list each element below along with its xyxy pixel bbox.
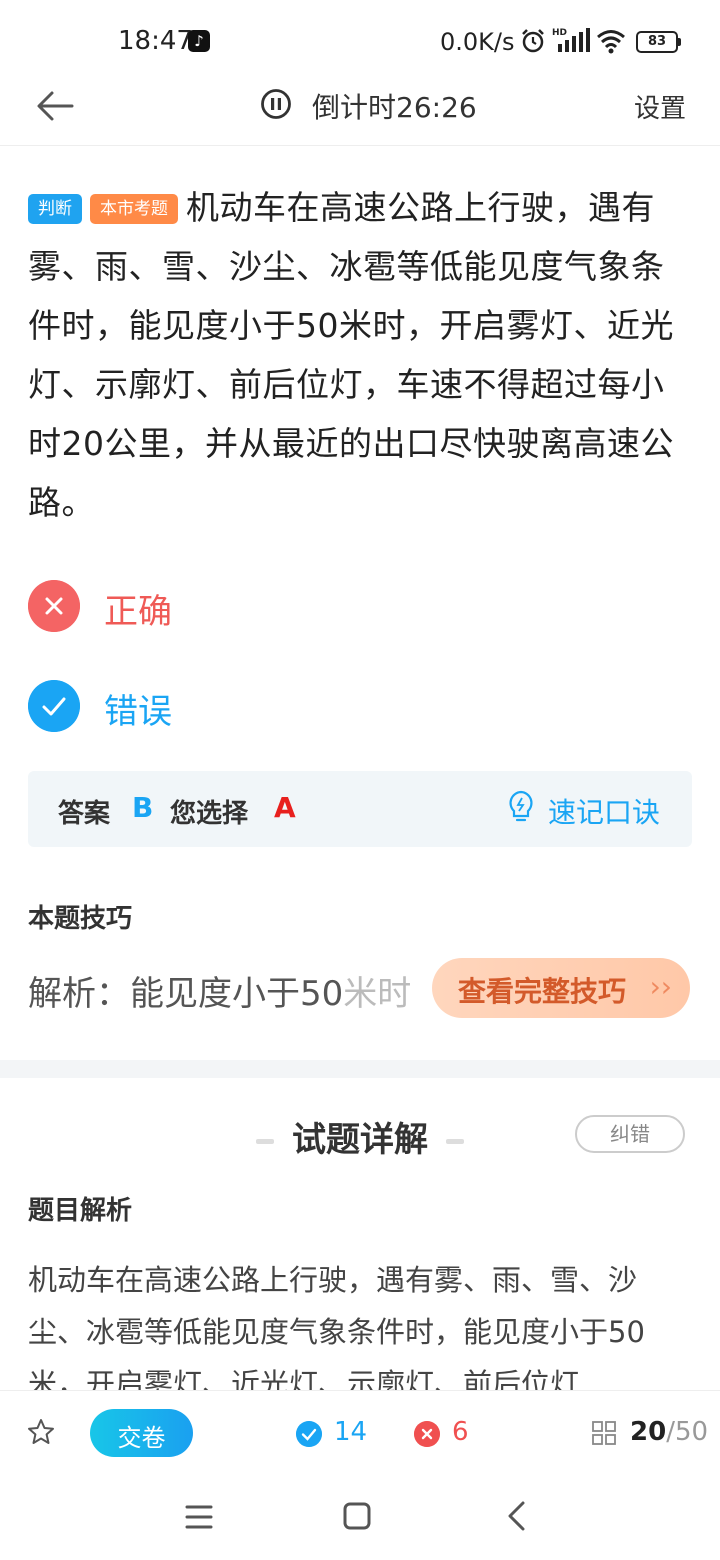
- answer-summary: 答案 B 您选择 A 速记口诀: [28, 771, 692, 847]
- question-text-block: 判断 本市考题 机动车在高速公路上行驶，遇有雾、雨、雪、沙尘、冰雹等低能见度气象条件…: [28, 178, 692, 532]
- view-full-tips-label: 查看完整技巧: [458, 975, 627, 1008]
- lightbulb-icon[interactable]: [506, 789, 536, 825]
- status-bar: 18:47 ♪ 0.0K/s HD 83: [0, 0, 720, 80]
- option-true[interactable]: 正确: [28, 578, 428, 634]
- svg-text:HD: HD: [552, 28, 567, 38]
- your-choice-value: A: [274, 791, 296, 824]
- check-icon: [296, 1421, 322, 1447]
- pause-icon[interactable]: [260, 88, 292, 120]
- star-icon[interactable]: [26, 1417, 56, 1447]
- tips-title: 本题技巧: [28, 904, 133, 934]
- correct-count: 14: [334, 1417, 368, 1447]
- submit-label: 交卷: [117, 1424, 166, 1452]
- countdown-timer: 倒计时26:26: [312, 91, 477, 124]
- network-speed: 0.0K/s: [440, 28, 515, 56]
- battery-level: 83: [636, 31, 678, 53]
- option-label: 错误: [104, 692, 172, 732]
- close-icon: [414, 1421, 440, 1447]
- nav-back-icon[interactable]: [504, 1500, 528, 1532]
- battery-icon: 83: [636, 31, 682, 53]
- signal-icon: HD: [552, 28, 590, 52]
- wifi-icon: [597, 30, 625, 54]
- question-source-tag: 本市考题: [90, 194, 178, 224]
- grid-icon[interactable]: [592, 1421, 616, 1445]
- tiktok-icon: ♪: [188, 30, 210, 52]
- wrong-count: 6: [452, 1417, 469, 1447]
- system-nav-bar: [0, 1476, 720, 1560]
- home-icon[interactable]: [343, 1502, 371, 1530]
- analysis-preview: 解析：能见度小于50米时: [28, 974, 412, 1014]
- submit-exam-button[interactable]: 交卷: [90, 1409, 193, 1457]
- report-error-button[interactable]: 纠错: [575, 1115, 685, 1153]
- correct-answer-value: B: [132, 791, 154, 824]
- mnemonic-button[interactable]: 速记口诀: [548, 791, 660, 831]
- answer-label: 答案: [58, 799, 111, 829]
- settings-button[interactable]: 设置: [634, 88, 686, 125]
- analysis-body: 机动车在高速公路上行驶，遇有雾、雨、雪、沙尘、冰雹等低能见度气象条件时，能见度小…: [28, 1263, 645, 1390]
- alarm-icon: [522, 29, 544, 53]
- question-text: 机动车在高速公路上行驶，遇有雾、雨、雪、沙尘、冰雹等低能见度气象条件时，能见度小…: [28, 188, 674, 522]
- question-progress[interactable]: 20/50: [630, 1417, 708, 1447]
- close-icon: [28, 580, 80, 632]
- back-arrow-icon[interactable]: [34, 84, 78, 128]
- check-icon: [28, 680, 80, 732]
- chevron-right-icon: ››: [649, 970, 672, 1003]
- section-divider: [0, 1060, 720, 1078]
- your-choice-label: 您选择: [170, 799, 249, 829]
- bottom-toolbar: 交卷 14 6 20/50: [0, 1390, 720, 1476]
- question-type-tag: 判断: [28, 194, 82, 224]
- menu-icon[interactable]: [184, 1504, 214, 1530]
- option-false[interactable]: 错误: [28, 678, 428, 734]
- analysis-heading: 题目解析: [28, 1196, 133, 1226]
- status-time: 18:47: [118, 26, 193, 56]
- option-label: 正确: [104, 592, 172, 632]
- exam-header: 倒计时26:26 设置: [0, 80, 720, 146]
- view-full-tips-button[interactable]: 查看完整技巧 ››: [432, 958, 690, 1018]
